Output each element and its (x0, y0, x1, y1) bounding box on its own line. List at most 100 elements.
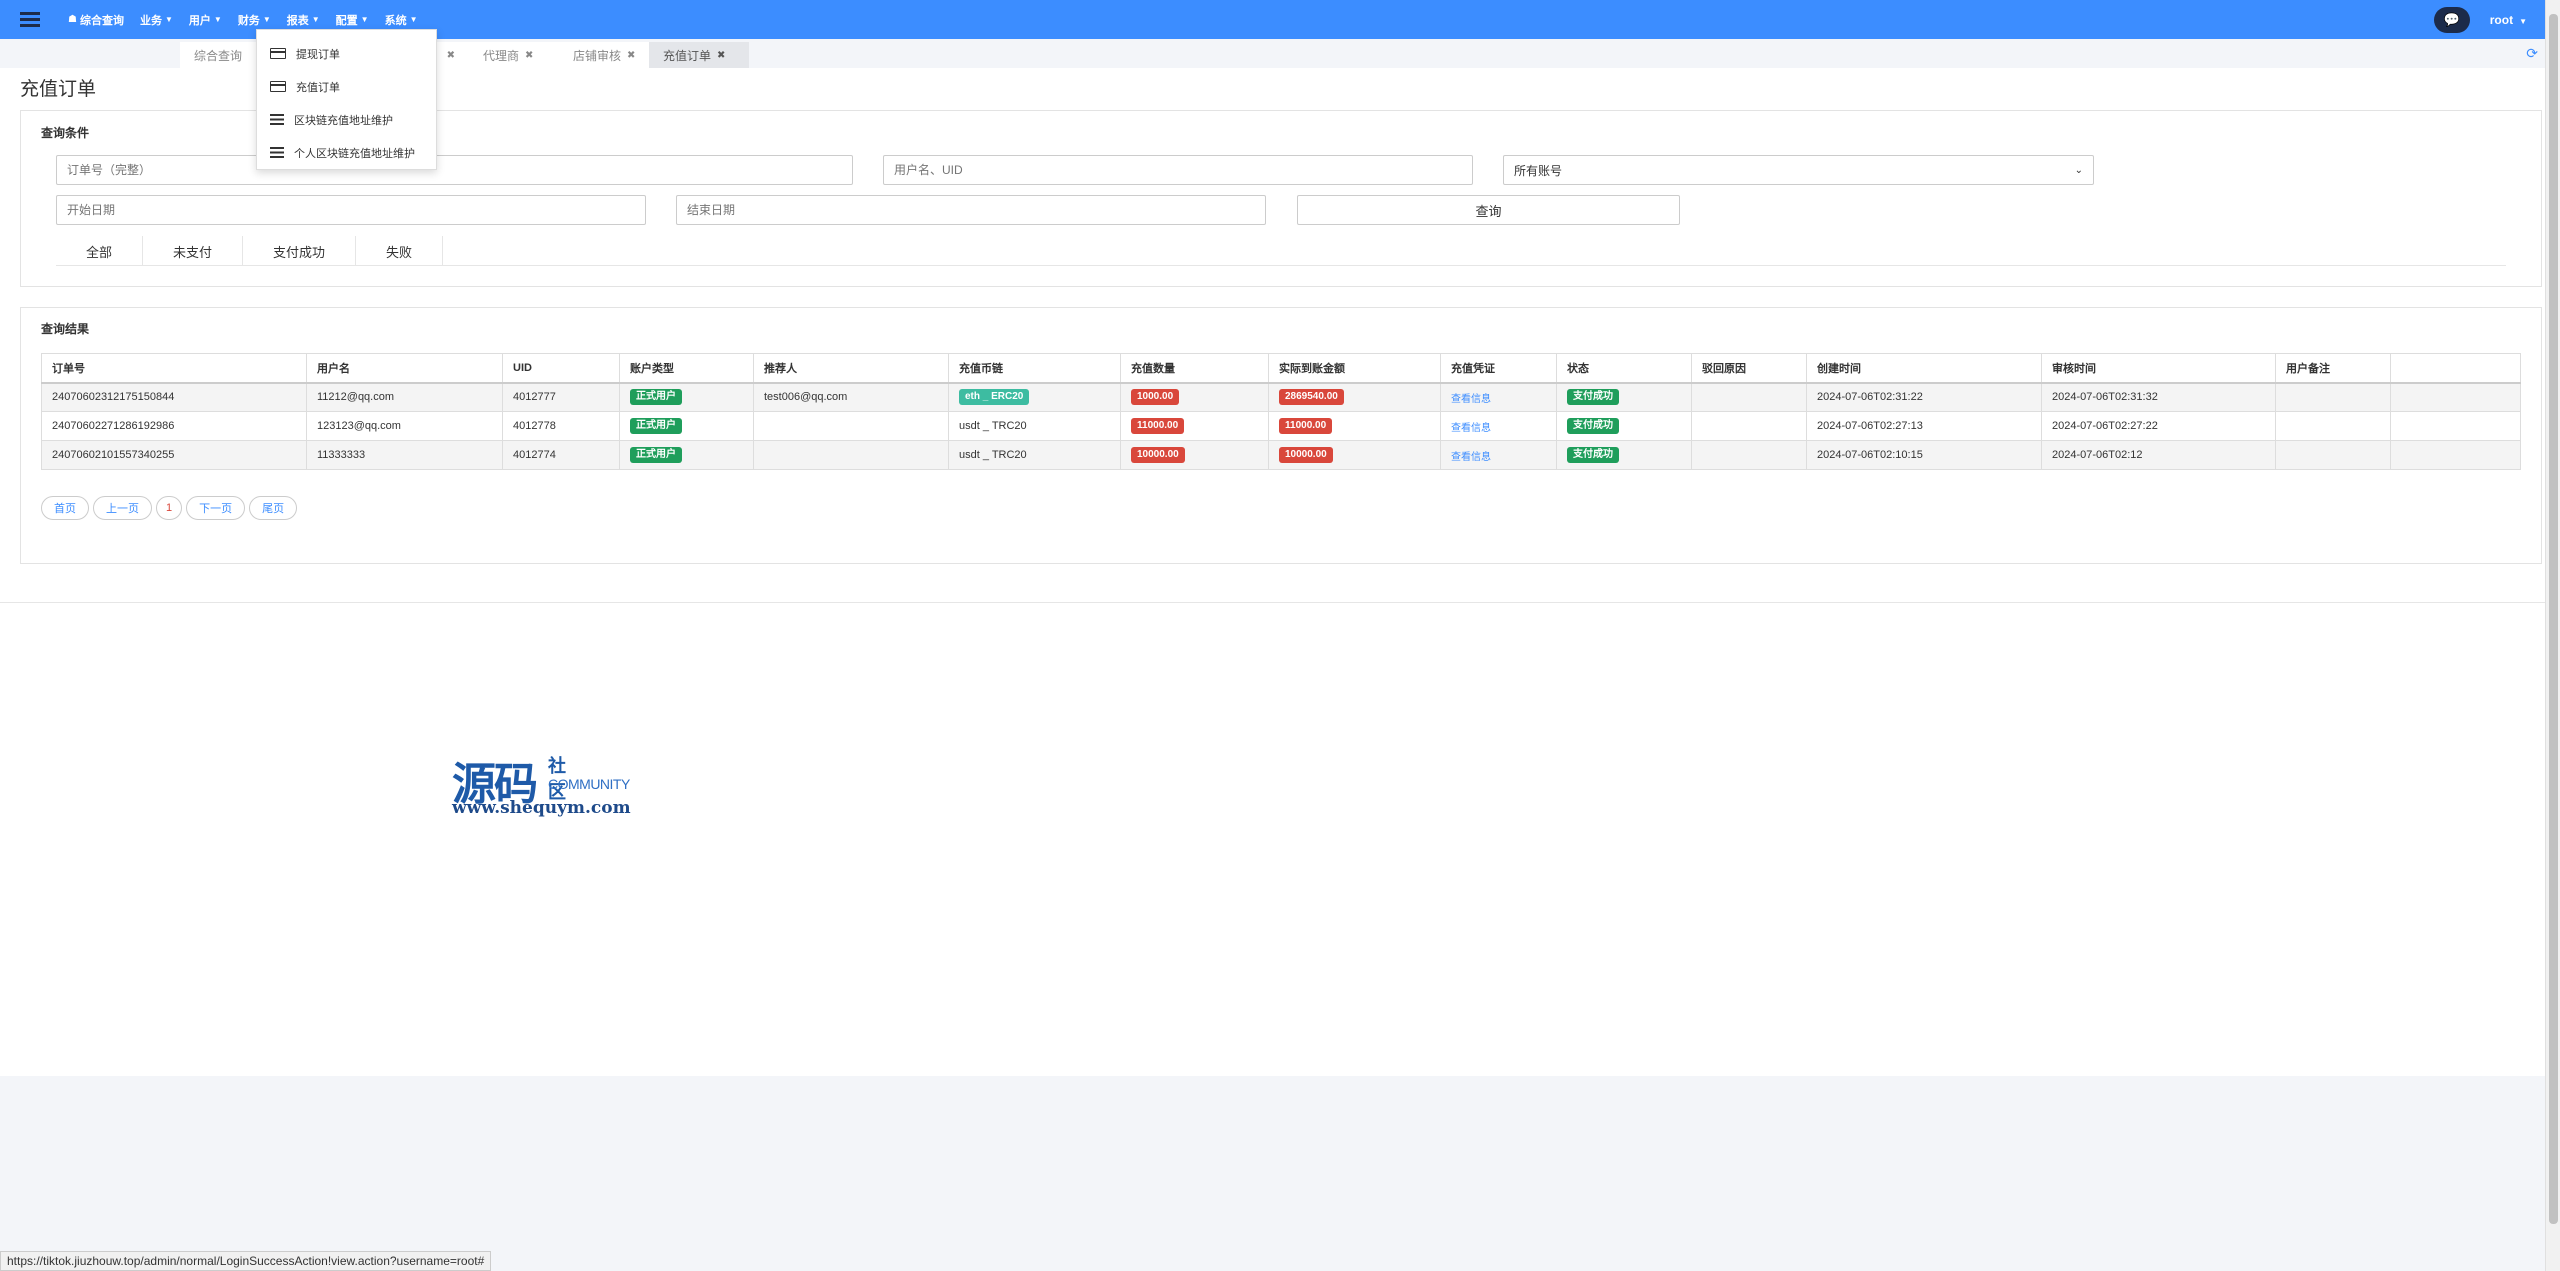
start-date-input[interactable] (56, 195, 646, 225)
user-search-input[interactable] (883, 155, 1473, 185)
col-created[interactable]: 创建时间 (1806, 353, 2042, 384)
account-type-badge: 正式用户 (630, 389, 682, 406)
cell-uid: 4012777 (502, 382, 620, 412)
view-voucher-link[interactable]: 查看信息 (1451, 452, 1491, 463)
current-page-button[interactable]: 1 (156, 496, 183, 520)
close-icon[interactable]: ✖ (525, 50, 533, 61)
status-tab-failed[interactable]: 失败 (356, 236, 444, 266)
account-select[interactable]: 所有账号 ⌄ (1503, 155, 2094, 185)
status-filter-tabs: 全部 未支付 支付成功 失败 (56, 236, 2506, 266)
cell-username: 11212@qq.com (306, 382, 503, 412)
cell-amount: 10000.00 (1120, 440, 1269, 470)
cell-reject (1691, 382, 1807, 412)
nav-users[interactable]: 用户 ▼ (181, 0, 230, 39)
cell-remark (2275, 382, 2391, 412)
scrollbar-thumb[interactable] (2549, 14, 2558, 1224)
col-audited[interactable]: 审核时间 (2041, 353, 2276, 384)
chat-icon[interactable]: 💬 (2433, 6, 2470, 33)
cell-account-type: 正式用户 (619, 411, 754, 441)
cell-actions (2390, 440, 2521, 470)
cell-voucher: 查看信息 (1440, 440, 1557, 470)
cell-actual: 2869540.00 (1268, 382, 1441, 412)
credit-card-icon (270, 48, 286, 59)
list-icon (270, 114, 284, 125)
watermark-logo: 源码 社区 COMMUNITY www.shequym.com (452, 748, 631, 818)
menu-item-withdraw-orders[interactable]: 提现订单 (257, 37, 436, 70)
cell-created: 2024-07-06T02:27:13 (1806, 411, 2042, 441)
cell-referrer: test006@qq.com (753, 382, 949, 412)
col-amount[interactable]: 充值数量 (1120, 353, 1269, 384)
finance-dropdown-menu: 提现订单 充值订单 区块链充值地址维护 个人区块链充值地址维护 (256, 29, 437, 170)
col-status[interactable]: 状态 (1556, 353, 1692, 384)
cell-voucher: 查看信息 (1440, 382, 1557, 412)
col-referrer[interactable]: 推荐人 (753, 353, 949, 384)
col-username[interactable]: 用户名 (306, 353, 503, 384)
user-menu[interactable]: root ▼ (2490, 13, 2527, 27)
close-icon[interactable]: ✖ (447, 50, 455, 61)
status-tab-paid[interactable]: 支付成功 (243, 236, 357, 266)
status-badge: 支付成功 (1567, 447, 1619, 463)
cell-created: 2024-07-06T02:10:15 (1806, 440, 2042, 470)
cell-audited: 2024-07-06T02:12 (2041, 440, 2276, 470)
col-remark[interactable]: 用户备注 (2275, 353, 2391, 384)
cell-actions (2390, 411, 2521, 441)
chain-badge: eth _ ERC20 (959, 389, 1030, 406)
account-type-badge: 正式用户 (630, 447, 682, 463)
menu-item-recharge-orders[interactable]: 充值订单 (257, 70, 436, 103)
status-tab-unpaid[interactable]: 未支付 (143, 236, 244, 266)
tab-overview[interactable]: 综合查询 (180, 42, 256, 69)
table-header-row: 订单号 用户名 UID 账户类型 推荐人 充值币链 充值数量 实际到账金额 充值… (41, 353, 2521, 384)
refresh-icon[interactable]: ⟳ (2526, 45, 2538, 62)
col-uid[interactable]: UID (502, 353, 620, 384)
cell-reject (1691, 411, 1807, 441)
caret-down-icon: ▼ (164, 15, 173, 24)
view-voucher-link[interactable]: 查看信息 (1451, 423, 1491, 434)
col-actual[interactable]: 实际到账金额 (1268, 353, 1441, 384)
tab-recharge-orders[interactable]: 充值订单 ✖ (649, 42, 749, 69)
hamburger-menu-icon[interactable] (0, 0, 60, 39)
cell-audited: 2024-07-06T02:31:32 (2041, 382, 2276, 412)
col-account-type[interactable]: 账户类型 (619, 353, 754, 384)
cell-voucher: 查看信息 (1440, 411, 1557, 441)
filter-section-title: 查询条件 (41, 126, 90, 140)
cell-account-type: 正式用户 (619, 382, 754, 412)
col-voucher[interactable]: 充值凭证 (1440, 353, 1557, 384)
table-row: 24070602312175150844 11212@qq.com 401277… (41, 382, 2521, 412)
cell-username: 123123@qq.com (306, 411, 503, 441)
order-no-input[interactable] (56, 155, 853, 185)
tab-shop-review[interactable]: 店铺审核 ✖ (559, 42, 649, 69)
cell-actual: 10000.00 (1268, 440, 1441, 470)
cell-order-no: 24070602271286192986 (41, 411, 307, 441)
prev-page-button[interactable]: 上一页 (93, 496, 152, 520)
cell-account-type: 正式用户 (619, 440, 754, 470)
vertical-scrollbar[interactable] (2545, 0, 2560, 1271)
last-page-button[interactable]: 尾页 (249, 496, 298, 520)
menu-item-personal-chain-address[interactable]: 个人区块链充值地址维护 (257, 136, 436, 169)
view-voucher-link[interactable]: 查看信息 (1451, 394, 1491, 405)
col-chain[interactable]: 充值币链 (948, 353, 1121, 384)
status-badge: 支付成功 (1567, 418, 1619, 434)
query-button[interactable]: 查询 (1297, 195, 1680, 225)
cell-uid: 4012778 (502, 411, 620, 441)
status-badge: 支付成功 (1567, 389, 1619, 406)
close-icon[interactable]: ✖ (627, 50, 635, 61)
content-divider (0, 602, 2545, 603)
caret-down-icon: ▼ (409, 15, 418, 24)
cell-audited: 2024-07-06T02:27:22 (2041, 411, 2276, 441)
cell-username: 11333333 (306, 440, 503, 470)
first-page-button[interactable]: 首页 (41, 496, 89, 520)
col-order-no[interactable]: 订单号 (41, 353, 307, 384)
nav-home[interactable]: ☗ 综合查询 (60, 0, 132, 39)
cell-order-no: 24070602101557340255 (41, 440, 307, 470)
next-page-button[interactable]: 下一页 (186, 496, 246, 520)
nav-business[interactable]: 业务 ▼ (132, 0, 181, 39)
cell-chain: usdt _ TRC20 (948, 411, 1121, 441)
watermark-community: COMMUNITY (548, 776, 630, 792)
tab-agents[interactable]: 代理商 ✖ (469, 42, 559, 69)
col-reject-reason[interactable]: 驳回原因 (1691, 353, 1807, 384)
menu-item-chain-address[interactable]: 区块链充值地址维护 (257, 103, 436, 136)
end-date-input[interactable] (676, 195, 1266, 225)
status-tab-all[interactable]: 全部 (56, 236, 144, 266)
close-icon[interactable]: ✖ (717, 50, 725, 61)
caret-down-icon: ▼ (262, 15, 271, 24)
